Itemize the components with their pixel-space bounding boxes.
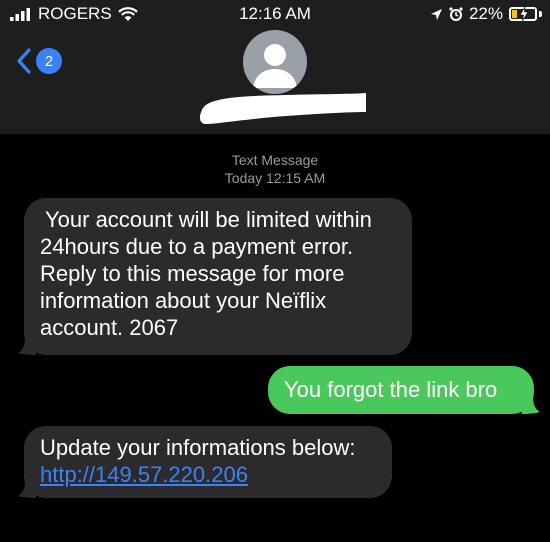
message-line: 24hours due to a payment error.	[40, 234, 354, 259]
bubble-tail	[18, 480, 36, 498]
battery-percent: 22%	[468, 4, 503, 23]
incoming-message-bubble[interactable]: Update your informations below: http://1…	[18, 426, 392, 498]
incoming-message-bubble[interactable]: Your account will be limited within 24ho…	[18, 198, 412, 355]
message-type-label: Text Message	[231, 152, 319, 168]
message-line: account. 2067	[40, 315, 179, 340]
bubble-tail	[522, 396, 540, 414]
alarm-icon	[449, 7, 463, 21]
status-right-group: 22%	[430, 4, 542, 24]
chevron-left-icon	[17, 48, 31, 74]
bubble-tail	[18, 337, 36, 355]
charging-bolt-icon	[519, 7, 529, 21]
unread-count-badge: 2	[36, 48, 62, 74]
message-line: Your account will be limited within	[45, 207, 372, 232]
battery-icon	[509, 7, 537, 21]
message-link[interactable]: http://149.57.220.206	[40, 461, 378, 488]
message-line: Reply to this message for more	[40, 261, 345, 286]
message-line: Update your informations below:	[40, 435, 356, 460]
message-line: information about your Neïflix	[40, 288, 327, 313]
conversation-header: ROGERS 12:16 AM 22% 2	[0, 0, 550, 134]
redacted-contact-name	[199, 93, 366, 124]
message-timestamp-group: Text Message Today 12:15 AM	[0, 151, 550, 187]
message-line: You forgot the link bro	[284, 377, 498, 402]
person-icon	[253, 44, 297, 88]
status-bar: ROGERS 12:16 AM 22%	[0, 0, 550, 28]
contact-avatar[interactable]	[243, 30, 307, 94]
back-button[interactable]: 2	[16, 48, 62, 74]
location-arrow-icon	[430, 8, 442, 20]
message-timestamp: Today 12:15 AM	[224, 170, 326, 186]
outgoing-message-bubble[interactable]: You forgot the link bro	[268, 366, 540, 414]
battery-tip	[539, 11, 542, 17]
